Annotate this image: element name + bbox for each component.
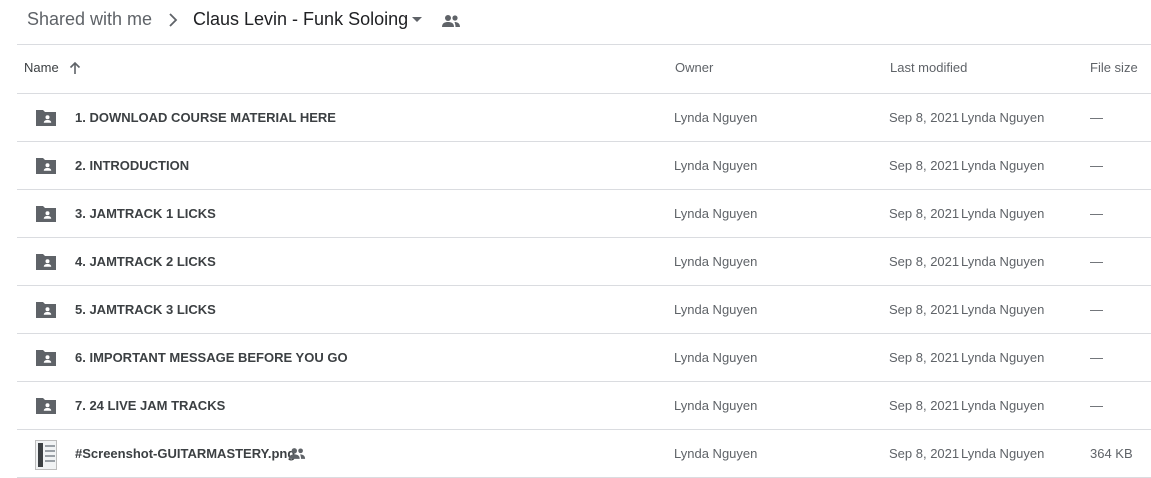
file-name: 6. IMPORTANT MESSAGE BEFORE YOU GO [75, 350, 348, 365]
file-name: #Screenshot-GUITARMASTERY.png [75, 446, 296, 461]
file-owner: Lynda Nguyen [674, 302, 758, 317]
file-list: 1. DOWNLOAD COURSE MATERIAL HERE Lynda N… [17, 94, 1151, 478]
shared-folder-icon [36, 206, 56, 222]
file-size: — [1090, 110, 1103, 125]
modified-by: Lynda Nguyen [961, 254, 1045, 269]
column-header-last-modified[interactable]: Last modified [890, 60, 967, 75]
shared-folder-icon [36, 254, 56, 270]
file-row[interactable]: #Screenshot-GUITARMASTERY.png Lynda Nguy… [17, 430, 1151, 478]
column-header-row: Name Owner Last modified File size [17, 45, 1151, 94]
file-owner: Lynda Nguyen [674, 398, 758, 413]
file-size: — [1090, 398, 1103, 413]
file-name: 7. 24 LIVE JAM TRACKS [75, 398, 226, 413]
file-owner: Lynda Nguyen [674, 110, 758, 125]
shared-folder-icon [36, 302, 56, 318]
file-name: 1. DOWNLOAD COURSE MATERIAL HERE [75, 110, 336, 125]
column-header-name[interactable]: Name [24, 60, 59, 75]
file-name: 3. JAMTRACK 1 LICKS [75, 206, 216, 221]
column-header-file-size: File size [1090, 60, 1138, 75]
shared-people-icon [442, 15, 460, 27]
file-owner: Lynda Nguyen [674, 206, 758, 221]
file-size: — [1090, 350, 1103, 365]
breadcrumb: Shared with me Claus Levin - Funk Soloin… [0, 0, 1151, 44]
modified-by: Lynda Nguyen [961, 446, 1045, 461]
file-owner: Lynda Nguyen [674, 446, 758, 461]
image-thumbnail-icon [35, 440, 57, 470]
shared-people-icon [288, 448, 306, 459]
file-row[interactable]: 5. JAMTRACK 3 LICKS Lynda Nguyen Sep 8, … [17, 286, 1151, 334]
modified-by: Lynda Nguyen [961, 206, 1045, 221]
modified-date: Sep 8, 2021 [889, 398, 960, 413]
file-owner: Lynda Nguyen [674, 158, 758, 173]
sort-arrow-up-icon[interactable] [67, 60, 83, 76]
file-name: 5. JAMTRACK 3 LICKS [75, 302, 216, 317]
file-owner: Lynda Nguyen [674, 350, 758, 365]
modified-date: Sep 8, 2021 [889, 350, 960, 365]
modified-by: Lynda Nguyen [961, 398, 1045, 413]
shared-folder-icon [36, 350, 56, 366]
shared-folder-icon [36, 398, 56, 414]
modified-date: Sep 8, 2021 [889, 254, 960, 269]
caret-down-icon[interactable] [412, 17, 422, 22]
shared-folder-icon [36, 158, 56, 174]
file-row[interactable]: 2. INTRODUCTION Lynda Nguyen Sep 8, 2021… [17, 142, 1151, 190]
file-row[interactable]: 7. 24 LIVE JAM TRACKS Lynda Nguyen Sep 8… [17, 382, 1151, 430]
breadcrumb-shared-with-me[interactable]: Shared with me [27, 9, 152, 30]
chevron-right-icon [169, 13, 178, 27]
modified-date: Sep 8, 2021 [889, 206, 960, 221]
file-size: — [1090, 302, 1103, 317]
file-row[interactable]: 1. DOWNLOAD COURSE MATERIAL HERE Lynda N… [17, 94, 1151, 142]
modified-date: Sep 8, 2021 [889, 158, 960, 173]
file-owner: Lynda Nguyen [674, 254, 758, 269]
modified-by: Lynda Nguyen [961, 302, 1045, 317]
modified-date: Sep 8, 2021 [889, 302, 960, 317]
modified-date: Sep 8, 2021 [889, 110, 960, 125]
shared-folder-icon [36, 110, 56, 126]
file-size: 364 KB [1090, 446, 1133, 461]
file-row[interactable]: 6. IMPORTANT MESSAGE BEFORE YOU GO Lynda… [17, 334, 1151, 382]
modified-date: Sep 8, 2021 [889, 446, 960, 461]
modified-by: Lynda Nguyen [961, 350, 1045, 365]
breadcrumb-current-folder[interactable]: Claus Levin - Funk Soloing [193, 9, 408, 30]
file-name: 2. INTRODUCTION [75, 158, 190, 173]
file-name: 4. JAMTRACK 2 LICKS [75, 254, 216, 269]
file-size: — [1090, 254, 1103, 269]
modified-by: Lynda Nguyen [961, 110, 1045, 125]
modified-by: Lynda Nguyen [961, 158, 1045, 173]
file-size: — [1090, 158, 1103, 173]
file-row[interactable]: 4. JAMTRACK 2 LICKS Lynda Nguyen Sep 8, … [17, 238, 1151, 286]
column-header-owner: Owner [675, 60, 714, 75]
file-row[interactable]: 3. JAMTRACK 1 LICKS Lynda Nguyen Sep 8, … [17, 190, 1151, 238]
file-size: — [1090, 206, 1103, 221]
